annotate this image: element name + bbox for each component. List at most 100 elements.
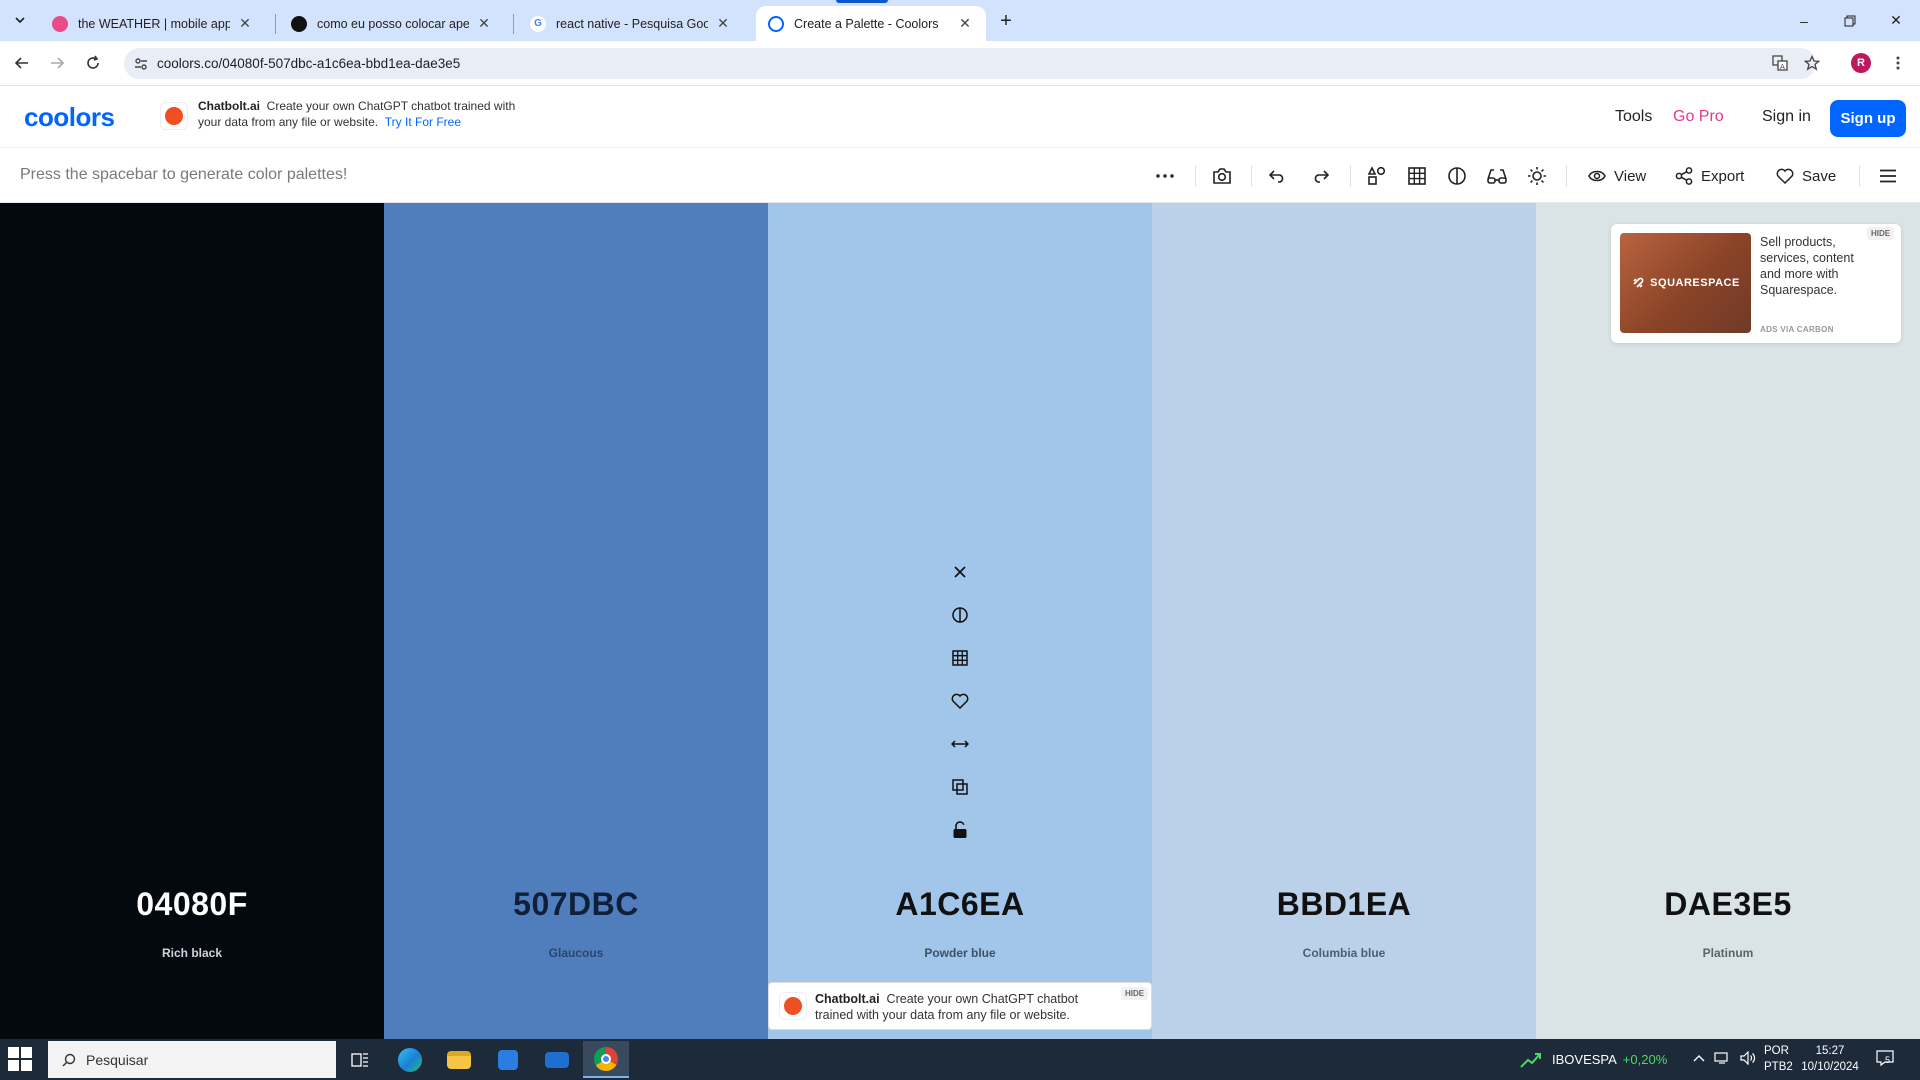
browser-tab-strip: the WEATHER | mobile app by J ✕ como eu … (0, 0, 1920, 41)
grid-icon (1408, 167, 1426, 185)
view-shades-button[interactable] (1402, 161, 1432, 191)
address-bar[interactable]: coolors.co/04080f-507dbc-a1c6ea-bbd1ea-d… (124, 48, 1816, 79)
close-window-button[interactable]: ✕ (1873, 0, 1919, 41)
active-tab-indicator (836, 0, 888, 3)
restore-icon (1844, 15, 1856, 26)
contrast-button[interactable] (943, 598, 977, 632)
ad-text[interactable]: Sell products, services, content and mor… (1760, 234, 1870, 298)
browser-tab-coolors[interactable]: Create a Palette - Coolors ✕ (756, 6, 986, 41)
edge-taskbar-button[interactable] (387, 1041, 433, 1078)
task-view-button[interactable] (337, 1041, 383, 1078)
redo-button[interactable] (1305, 161, 1335, 191)
color-swatch[interactable]: 04080F Rich black (0, 203, 384, 1039)
mail-taskbar-button[interactable] (534, 1041, 580, 1078)
go-pro-link[interactable]: Go Pro (1673, 108, 1724, 126)
hide-promo-button[interactable]: HIDE (1121, 987, 1149, 1000)
bookmark-star-button[interactable] (1797, 48, 1827, 78)
close-icon (954, 566, 966, 578)
browser-menu-button[interactable] (1883, 48, 1913, 78)
tools-link[interactable]: Tools (1615, 108, 1652, 126)
ads-via-carbon-link[interactable]: ADS VIA CARBON (1760, 325, 1834, 334)
promo-cta-link[interactable]: Try It For Free (385, 115, 461, 129)
spacebar-hint: Press the spacebar to generate color pal… (20, 166, 348, 183)
view-button[interactable]: View (1588, 161, 1646, 191)
site-info-icon[interactable] (132, 55, 150, 73)
store-taskbar-button[interactable] (485, 1041, 531, 1078)
drag-button[interactable] (943, 727, 977, 761)
carbon-ad[interactable]: SQUARESPACE Sell products, services, con… (1611, 224, 1901, 343)
volume-button[interactable] (1740, 1050, 1756, 1068)
save-label: Save (1802, 167, 1837, 185)
view-shades-button[interactable] (943, 641, 977, 675)
chrome-taskbar-button[interactable] (583, 1041, 629, 1078)
taskbar-search-box[interactable]: Pesquisar (48, 1041, 336, 1078)
export-button[interactable]: Export (1675, 161, 1744, 191)
windows-start-button[interactable] (8, 1047, 34, 1073)
swatch-color-name: Columbia blue (1302, 946, 1386, 960)
bottom-promo[interactable]: Chatbolt.ai Create your own ChatGPT chat… (768, 982, 1152, 1030)
google-icon: G (530, 15, 546, 32)
close-tab-icon[interactable]: ✕ (475, 15, 493, 32)
save-color-button[interactable] (943, 684, 977, 718)
theme-toggle-button[interactable] (1522, 161, 1552, 191)
back-button[interactable] (7, 48, 37, 78)
copy-hex-button[interactable] (943, 770, 977, 804)
language-indicator[interactable]: POR PTB2 (1764, 1043, 1793, 1075)
ticker-name: IBOVESPA (1552, 1052, 1617, 1067)
file-explorer-taskbar-button[interactable] (436, 1041, 482, 1078)
swatch-hex-code[interactable]: DAE3E5 (1536, 886, 1920, 923)
color-blindness-button[interactable] (1482, 161, 1512, 191)
bottom-promo-brand: Chatbolt.ai (815, 992, 880, 1006)
forward-button[interactable] (42, 48, 72, 78)
reload-button[interactable] (78, 48, 108, 78)
color-swatch[interactable]: 507DBC Glaucous (384, 203, 768, 1039)
swatch-hex-code[interactable]: 507DBC (384, 886, 768, 923)
stock-ticker-widget[interactable]: IBOVESPA +0,20% (1520, 1039, 1667, 1080)
swatch-hex-code[interactable]: BBD1EA (1152, 886, 1536, 923)
color-swatch[interactable]: BBD1EA Columbia blue (1152, 203, 1536, 1039)
color-swatch[interactable]: A1C6EA Powder blue (768, 203, 1152, 1039)
network-button[interactable] (1714, 1051, 1730, 1068)
taskbar-clock[interactable]: 15:27 10/10/2024 (1794, 1043, 1866, 1075)
close-tab-icon[interactable]: ✕ (236, 15, 254, 32)
lock-color-button[interactable] (943, 813, 977, 847)
camera-button[interactable] (1207, 161, 1237, 191)
unlock-icon (953, 821, 967, 838)
contrast-checker-button[interactable] (1442, 161, 1472, 191)
toolbar-divider (1195, 165, 1196, 187)
profile-avatar[interactable]: R (1851, 53, 1871, 73)
restore-button[interactable] (1827, 0, 1873, 41)
main-menu-button[interactable] (1873, 161, 1903, 191)
tab-search-button[interactable] (8, 9, 32, 31)
new-tab-button[interactable]: + (994, 9, 1018, 33)
browser-tab-google[interactable]: G react native - Pesquisa Google ✕ (518, 6, 744, 41)
header-promo[interactable]: Chatbolt.ai Create your own ChatGPT chat… (160, 98, 538, 130)
remove-color-button[interactable] (943, 555, 977, 589)
toolbar-divider (1350, 165, 1351, 187)
ad-image[interactable]: SQUARESPACE (1620, 233, 1751, 333)
adjust-palette-button[interactable] (1362, 161, 1392, 191)
translate-button[interactable]: A (1765, 48, 1795, 78)
browser-tab-weather[interactable]: the WEATHER | mobile app by J ✕ (40, 6, 266, 41)
minimize-button[interactable]: – (1781, 0, 1827, 41)
browser-tab-question[interactable]: como eu posso colocar apenas ✕ (279, 6, 505, 41)
sign-in-link[interactable]: Sign in (1762, 108, 1811, 126)
hide-ad-button[interactable]: HIDE (1867, 227, 1895, 240)
tab-title: como eu posso colocar apenas (317, 16, 469, 31)
close-tab-icon[interactable]: ✕ (956, 15, 974, 32)
more-options-button[interactable] (1150, 161, 1180, 191)
notifications-button[interactable]: 5 (1876, 1049, 1898, 1069)
copy-icon (952, 779, 968, 795)
tab-separator (275, 14, 276, 34)
view-label: View (1614, 167, 1647, 185)
coolors-logo[interactable]: coolors (24, 102, 115, 133)
close-tab-icon[interactable]: ✕ (714, 15, 732, 32)
show-hidden-icons-button[interactable] (1693, 1051, 1705, 1066)
ad-brand: SQUARESPACE (1650, 277, 1740, 289)
save-button[interactable]: Save (1776, 161, 1836, 191)
swatch-hex-code[interactable]: A1C6EA (768, 886, 1152, 923)
sign-up-button[interactable]: Sign up (1830, 100, 1906, 137)
clock-time: 15:27 (1815, 1045, 1845, 1057)
swatch-hex-code[interactable]: 04080F (0, 886, 384, 923)
undo-button[interactable] (1263, 161, 1293, 191)
